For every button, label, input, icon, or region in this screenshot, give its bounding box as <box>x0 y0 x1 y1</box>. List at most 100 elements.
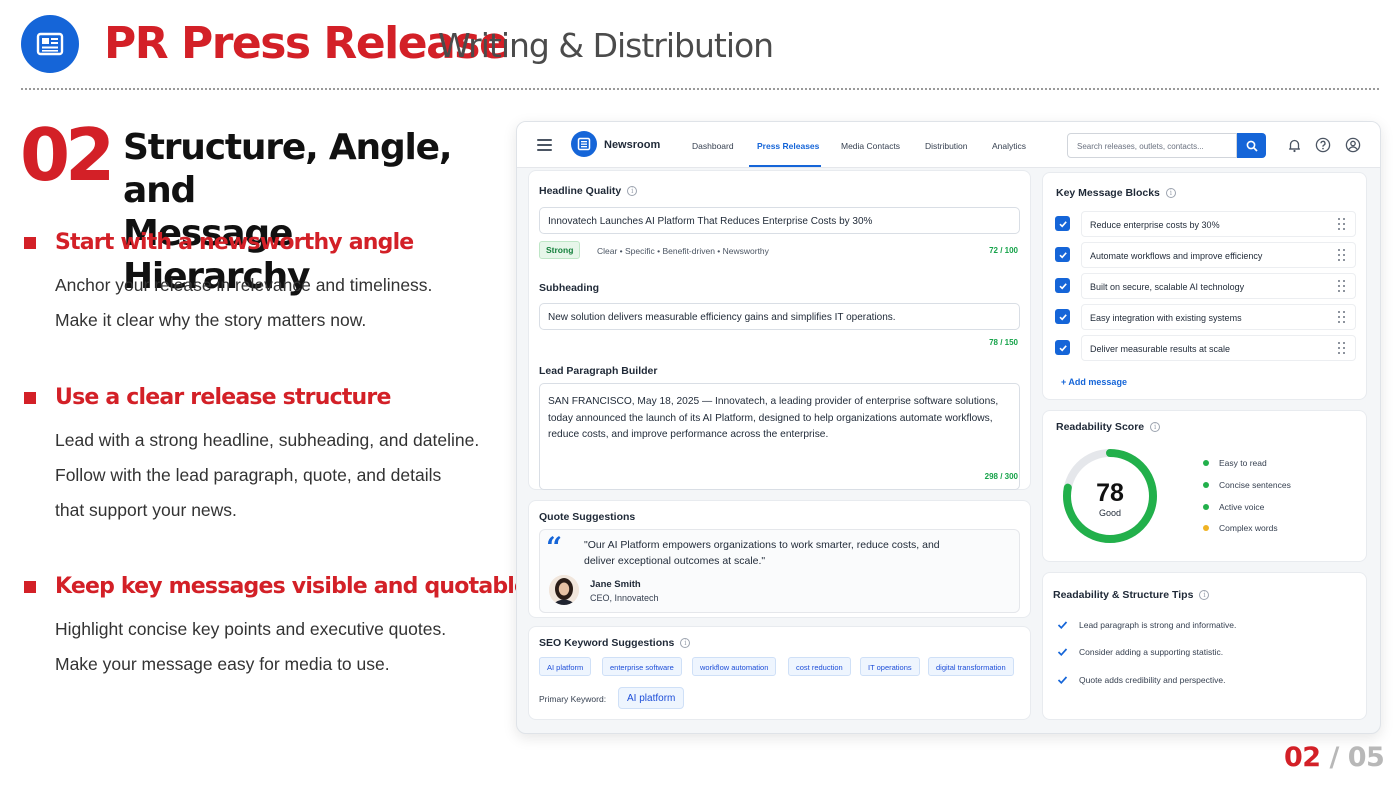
newsroom-app-window: Newsroom Dashboard Press Releases Media … <box>516 121 1381 734</box>
section-title-line: Structure, Angle, and <box>123 127 453 211</box>
readability-score-label: Readability Score i <box>1056 421 1161 433</box>
point-line: Highlight concise key points and executi… <box>55 619 447 639</box>
legend-text: Complex words <box>1219 523 1278 533</box>
key-message-text[interactable]: Deliver measurable results at scale <box>1081 335 1356 361</box>
newspaper-icon <box>36 32 64 56</box>
headline-qualities: Clear • Specific • Benefit-driven • News… <box>597 246 769 256</box>
subheading-char-count: 78 / 150 <box>989 338 1018 347</box>
lead-paragraph-textarea[interactable]: SAN FRANCISCO, May 18, 2025 — Innovatech… <box>539 383 1020 490</box>
key-message-text[interactable]: Easy integration with existing systems <box>1081 304 1356 330</box>
search-icon <box>1246 140 1258 152</box>
search-input[interactable]: Search releases, outlets, contacts... <box>1067 133 1237 158</box>
key-message-text[interactable]: Built on secure, scalable AI technology <box>1081 273 1356 299</box>
active-tab-indicator <box>749 165 821 167</box>
keyword-chip[interactable]: AI platform <box>539 657 592 676</box>
headline-score: 72 / 100 <box>989 246 1018 255</box>
legend-item: Concise sentences <box>1203 480 1291 490</box>
check-icon <box>1058 220 1067 227</box>
point-line: Lead with a strong headline, subheading,… <box>55 430 480 450</box>
point-line: that support your news. <box>55 500 237 520</box>
keyword-chip[interactable]: cost reduction <box>788 657 851 676</box>
point-heading: Start with a newsworthy angle <box>24 230 414 255</box>
key-message-row: Automate workflows and improve efficienc… <box>1055 242 1356 268</box>
search-button[interactable] <box>1237 133 1266 158</box>
drag-handle-icon[interactable] <box>1338 342 1348 354</box>
drag-handle-icon[interactable] <box>1338 311 1348 323</box>
quote-mark-icon: “ <box>546 531 563 564</box>
key-message-row: Deliver measurable results at scale <box>1055 335 1356 361</box>
quote-author-name: Jane Smith <box>590 579 641 590</box>
label-text: Headline Quality <box>539 185 622 197</box>
key-message-text[interactable]: Automate workflows and improve efficienc… <box>1081 242 1356 268</box>
info-icon[interactable]: i <box>1199 590 1210 600</box>
current-slide-number: 02 <box>1284 742 1321 773</box>
bell-icon[interactable] <box>1286 137 1302 153</box>
legend-item: Active voice <box>1203 502 1264 512</box>
status-dot-icon <box>1203 482 1209 488</box>
tip-item: Consider adding a supporting statistic. <box>1057 647 1223 657</box>
quote-author-role: CEO, Innovatech <box>590 593 659 603</box>
drag-handle-icon[interactable] <box>1338 249 1348 261</box>
checkbox[interactable] <box>1055 278 1070 293</box>
info-icon[interactable]: i <box>680 638 691 648</box>
pager-separator: / <box>1329 742 1339 773</box>
primary-keyword-chip[interactable]: AI platform <box>618 687 685 709</box>
readability-score-card: Readability Score i 78 Good Easy to read … <box>1042 410 1367 562</box>
readability-tips-card: Readability & Structure Tips i Lead parag… <box>1042 572 1367 720</box>
status-dot-icon <box>1203 525 1209 531</box>
lead-paragraph-text: SAN FRANCISCO, May 18, 2025 — Innovatech… <box>548 396 999 440</box>
newsroom-logo-icon[interactable] <box>571 131 597 157</box>
readability-score-value: 78 <box>1096 479 1124 507</box>
keyword-chip[interactable]: enterprise software <box>602 657 682 676</box>
add-message-button[interactable]: + Add message <box>1061 377 1127 387</box>
point-line: Follow with the lead paragraph, quote, a… <box>55 465 442 485</box>
checkbox[interactable] <box>1055 216 1070 231</box>
label-text: Readability & Structure Tips <box>1053 589 1194 601</box>
drag-handle-icon[interactable] <box>1338 218 1348 230</box>
checkbox[interactable] <box>1055 340 1070 355</box>
tip-item: Quote adds credibility and perspective. <box>1057 675 1225 685</box>
point-heading: Use a clear release structure <box>24 385 391 410</box>
legend-item: Complex words <box>1203 523 1278 533</box>
nav-press-releases[interactable]: Press Releases <box>757 141 819 151</box>
key-message-text[interactable]: Reduce enterprise costs by 30% <box>1081 211 1356 237</box>
point-heading: Keep key messages visible and quotable <box>24 574 529 599</box>
keyword-chip[interactable]: workflow automation <box>692 657 777 676</box>
keyword-chip[interactable]: IT operations <box>860 657 920 676</box>
nav-media-contacts[interactable]: Media Contacts <box>841 141 900 151</box>
user-account-icon[interactable] <box>1345 137 1361 153</box>
checkbox[interactable] <box>1055 247 1070 262</box>
seo-keyword-card: SEO Keyword Suggestions i AI platform ent… <box>528 626 1031 720</box>
lead-char-count: 298 / 300 <box>984 472 1018 481</box>
subheading-input[interactable]: New solution delivers measurable efficie… <box>539 303 1020 330</box>
checkbox[interactable] <box>1055 309 1070 324</box>
status-dot-icon <box>1203 460 1209 466</box>
avatar <box>549 575 579 605</box>
nav-analytics[interactable]: Analytics <box>992 141 1026 151</box>
quote-suggestion[interactable]: “ "Our AI Platform empowers organization… <box>539 529 1020 613</box>
nav-dashboard[interactable]: Dashboard <box>692 141 734 151</box>
check-icon <box>1058 313 1067 320</box>
tip-text: Lead paragraph is strong and informative… <box>1079 620 1237 630</box>
quote-suggestions-label: Quote Suggestions <box>539 511 636 523</box>
lead-paragraph-label: Lead Paragraph Builder <box>539 365 658 377</box>
slide-subtitle: Writing & Distribution <box>438 26 774 65</box>
info-icon[interactable]: i <box>1150 422 1161 432</box>
nav-distribution[interactable]: Distribution <box>925 141 968 151</box>
info-icon[interactable]: i <box>1165 188 1176 198</box>
tips-label: Readability & Structure Tips i <box>1053 589 1210 601</box>
point-heading-text: Use a clear release structure <box>55 385 391 410</box>
slide-pager: 02 / 05 <box>1284 742 1385 773</box>
help-icon[interactable] <box>1315 137 1331 153</box>
drag-handle-icon[interactable] <box>1338 280 1348 292</box>
section-number: 02 <box>20 113 115 197</box>
legend-text: Easy to read <box>1219 458 1267 468</box>
menu-icon[interactable] <box>537 139 552 154</box>
check-icon <box>1057 647 1068 657</box>
subheading-label: Subheading <box>539 282 600 294</box>
keyword-chip[interactable]: digital transformation <box>928 657 1014 676</box>
headline-input[interactable]: Innovatech Launches AI Platform That Red… <box>539 207 1020 234</box>
info-icon[interactable]: i <box>627 186 638 196</box>
quote-text: "Our AI Platform empowers organizations … <box>584 539 940 567</box>
app-topbar: Newsroom Dashboard Press Releases Media … <box>517 122 1380 168</box>
